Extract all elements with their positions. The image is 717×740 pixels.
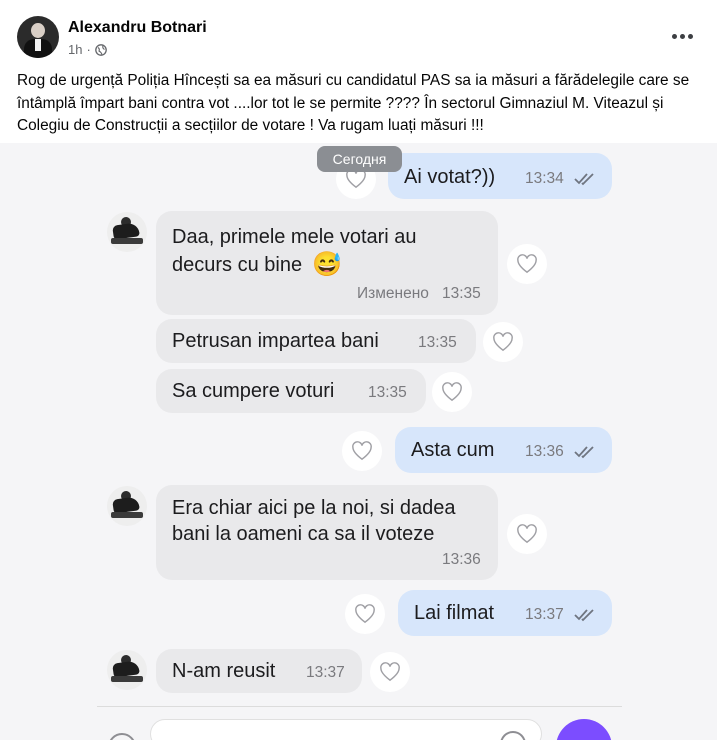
message-text: Ai votat?)): [404, 166, 496, 188]
message-text: Sa cumpere voturi: [172, 380, 335, 402]
like-button[interactable]: [342, 431, 382, 471]
author-name[interactable]: Alexandru Botnari: [68, 19, 207, 37]
message-text-line: decurs cu bine: [172, 254, 303, 276]
heart-icon: [517, 254, 537, 274]
message-time: 13:37: [306, 664, 345, 681]
message-time: 13:37: [525, 606, 564, 623]
edited-label: Изменено: [357, 285, 429, 302]
message-bubble-outgoing[interactable]: Lai filmat 13:37: [398, 590, 612, 636]
like-button[interactable]: [507, 244, 547, 284]
message-text-line: bani la oameni ca sa il voteze: [172, 523, 435, 545]
post-meta: 1h ·: [68, 42, 107, 57]
post-text: Rog de urgență Poliția Hîncești sa ea mă…: [17, 72, 690, 134]
message-time: 13:35: [418, 334, 457, 351]
composer-divider: [97, 706, 622, 707]
message-time: 13:35: [368, 384, 407, 401]
message-bubble-incoming[interactable]: Era chiar aici pe la noi, si dadea bani …: [156, 485, 498, 580]
message-time: 13:36: [442, 551, 481, 568]
message-text-line: Era chiar aici pe la noi, si dadea: [172, 497, 456, 519]
author-avatar[interactable]: [17, 16, 59, 58]
heart-icon: [355, 604, 375, 624]
message-input[interactable]: [150, 719, 542, 740]
message-time: 13:35: [442, 285, 481, 302]
message-bubble-incoming[interactable]: Petrusan impartea bani 13:35: [156, 319, 476, 363]
heart-icon: [352, 441, 372, 461]
contact-avatar[interactable]: [107, 486, 147, 526]
attach-button[interactable]: [108, 733, 136, 740]
like-button[interactable]: [432, 372, 472, 412]
heart-icon: [380, 662, 400, 682]
message-text: Petrusan impartea bani: [172, 330, 379, 352]
message-bubble-incoming[interactable]: Sa cumpere voturi 13:35: [156, 369, 426, 413]
post-header: Alexandru Botnari 1h ·: [0, 0, 717, 68]
message-time: 13:34: [525, 170, 564, 187]
more-options-button[interactable]: [664, 24, 700, 48]
date-separator: Сегодня: [317, 146, 402, 172]
message-bubble-incoming[interactable]: Daa, primele mele votari au decurs cu bi…: [156, 211, 498, 315]
heart-icon: [493, 332, 513, 352]
globe-icon[interactable]: [94, 43, 107, 56]
read-ticks-icon: [574, 446, 594, 459]
meta-separator: ·: [86, 42, 91, 57]
like-button[interactable]: [507, 514, 547, 554]
like-button[interactable]: [345, 594, 385, 634]
message-text: Asta cum: [411, 439, 495, 461]
like-button[interactable]: [370, 652, 410, 692]
message-bubble-outgoing[interactable]: Asta cum 13:36: [395, 427, 612, 473]
post-time[interactable]: 1h: [68, 42, 82, 57]
read-ticks-icon: [574, 173, 594, 186]
message-bubble-outgoing[interactable]: Ai votat?)) 13:34: [388, 153, 612, 199]
heart-icon: [517, 524, 537, 544]
heart-icon: [346, 169, 366, 189]
message-time: 13:36: [525, 443, 564, 460]
like-button[interactable]: [483, 322, 523, 362]
message-text: Lai filmat: [414, 602, 495, 624]
message-text-line: Daa, primele mele votari au: [172, 226, 417, 248]
contact-avatar[interactable]: [107, 650, 147, 690]
voice-send-button[interactable]: [556, 719, 612, 740]
read-ticks-icon: [574, 609, 594, 622]
message-bubble-incoming[interactable]: N-am reusit 13:37: [156, 649, 362, 693]
message-text: N-am reusit: [172, 660, 276, 682]
heart-icon: [442, 382, 462, 402]
chat-screenshot: Ai votat?)) 13:34 Сегодня Daa, primele m…: [0, 143, 717, 740]
contact-avatar[interactable]: [107, 212, 147, 252]
emoji-sweat-smile: 😅: [312, 251, 342, 278]
